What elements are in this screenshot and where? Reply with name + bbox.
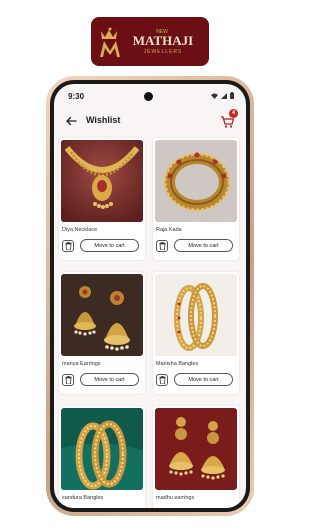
move-to-cart-button[interactable]: Move to cart xyxy=(80,239,139,252)
wifi-icon xyxy=(211,93,218,99)
product-image-bangles[interactable] xyxy=(155,274,237,356)
trash-icon xyxy=(159,376,165,384)
brand-name: MATHAJI xyxy=(133,33,193,48)
cart-count-badge: 4 xyxy=(229,109,238,118)
product-card[interactable]: sandura Bangles xyxy=(59,406,145,508)
brand-logo: NEW MATHAJI JEWELLERS xyxy=(91,17,209,66)
product-image-jhumka[interactable] xyxy=(61,274,143,356)
move-to-cart-button[interactable]: Move to cart xyxy=(80,373,139,386)
page-title: Wishlist xyxy=(86,115,121,125)
camera-cutout xyxy=(144,92,153,101)
product-name: Diya Necklace xyxy=(62,227,98,233)
product-card[interactable]: Diya Necklace Move to cart xyxy=(59,138,145,260)
trash-icon xyxy=(65,376,71,384)
cart-button[interactable]: 4 xyxy=(218,109,238,130)
brand-sub: JEWELLERS xyxy=(144,49,183,55)
product-image-bangles-green[interactable] xyxy=(61,408,143,490)
battery-icon xyxy=(230,92,234,99)
delete-button[interactable] xyxy=(156,374,168,386)
trash-icon xyxy=(65,242,71,250)
product-name: Manisha Bangles xyxy=(156,361,199,367)
product-name: madhu earrings xyxy=(156,495,195,501)
phone-frame: 9:30 Wishlist 4 Diya Necklace Move to ca… xyxy=(46,76,254,516)
product-image-necklace[interactable] xyxy=(61,140,143,222)
status-icons xyxy=(211,92,234,99)
delete-button[interactable] xyxy=(62,374,74,386)
product-image-jhumka-red[interactable] xyxy=(155,408,237,490)
product-card[interactable]: madhu earrings xyxy=(153,406,239,508)
product-name: Raja Kada xyxy=(156,227,182,233)
product-image-kada[interactable] xyxy=(155,140,237,222)
move-to-cart-button[interactable]: Move to cart xyxy=(174,239,233,252)
app-screen: 9:30 Wishlist 4 Diya Necklace Move to ca… xyxy=(54,84,246,508)
page: NEW MATHAJI JEWELLERS 9:30 Wishlist 4 Di… xyxy=(0,0,300,531)
app-bar: Wishlist 4 xyxy=(54,109,246,133)
trash-icon xyxy=(159,242,165,250)
product-card[interactable]: Manisha Bangles Move to cart xyxy=(153,272,239,394)
status-time: 9:30 xyxy=(68,92,85,101)
back-arrow-icon[interactable] xyxy=(64,114,78,128)
delete-button[interactable] xyxy=(62,240,74,252)
status-bar: 9:30 xyxy=(54,84,246,106)
product-card[interactable]: manya Earrings Move to cart xyxy=(59,272,145,394)
product-card[interactable]: Raja Kada Move to cart xyxy=(153,138,239,260)
delete-button[interactable] xyxy=(156,240,168,252)
product-name: sandura Bangles xyxy=(62,495,104,501)
move-to-cart-button[interactable]: Move to cart xyxy=(174,373,233,386)
signal-icon xyxy=(221,92,227,99)
product-name: manya Earrings xyxy=(62,361,101,367)
